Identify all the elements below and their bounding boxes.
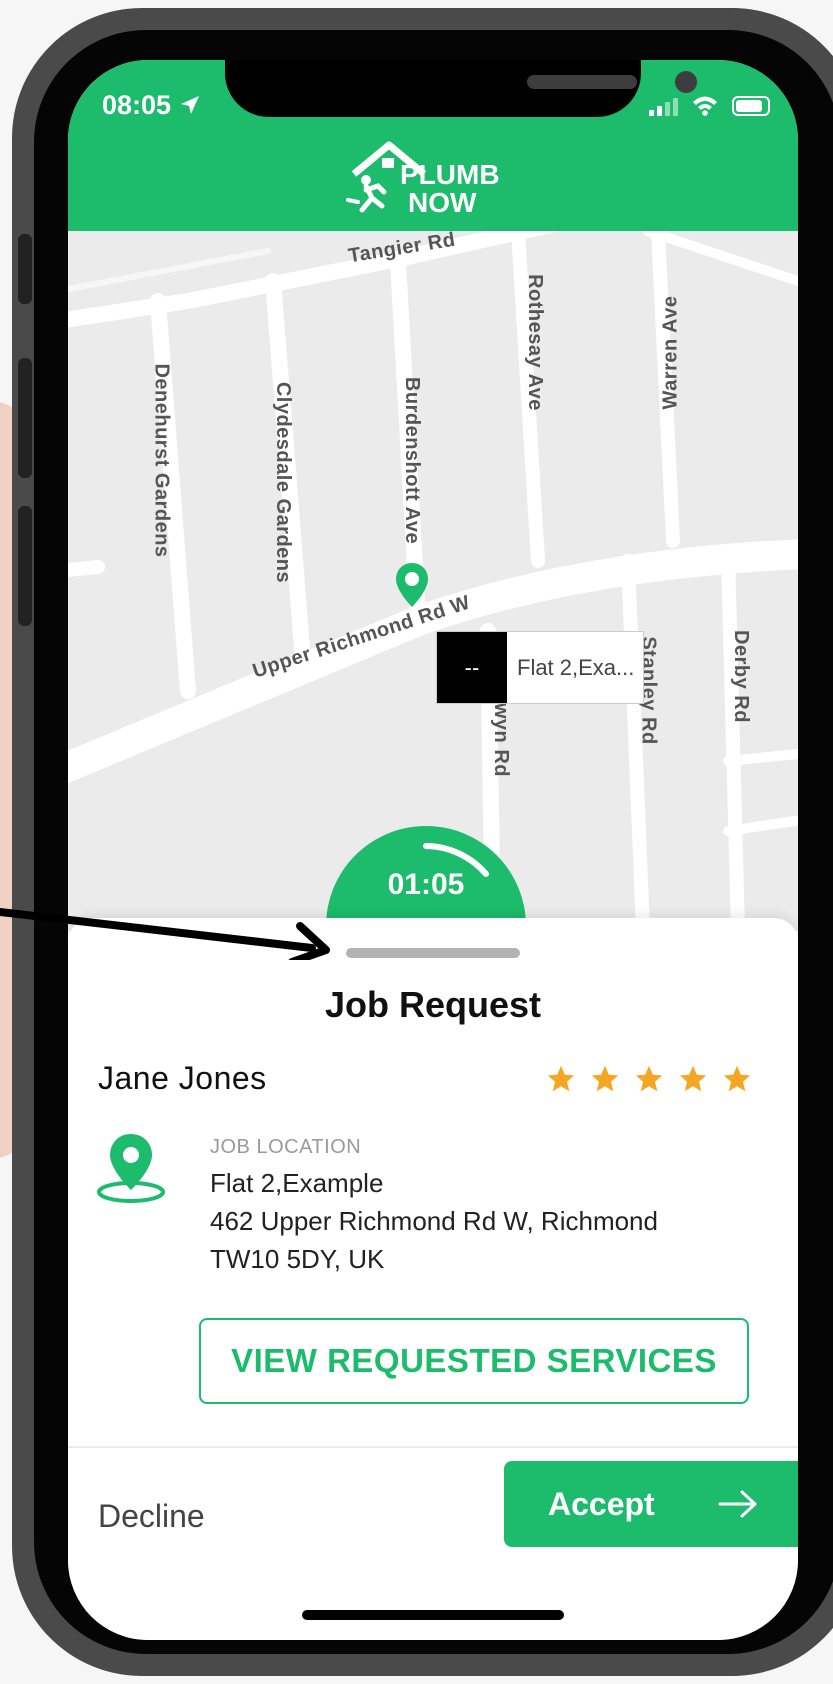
- street-label: Rothesay Ave: [523, 274, 546, 411]
- location-arrow-icon: [180, 96, 199, 114]
- star-icon: [723, 1065, 751, 1092]
- accept-label: Accept: [548, 1485, 655, 1522]
- sheet-drag-handle[interactable]: [346, 948, 520, 958]
- star-icon: [635, 1065, 663, 1092]
- status-icons: [649, 94, 770, 116]
- home-indicator: [302, 1610, 564, 1620]
- decline-button[interactable]: Decline: [98, 1498, 205, 1535]
- logo-text-now: NOW: [408, 187, 477, 218]
- job-location-label: JOB LOCATION: [210, 1136, 362, 1158]
- address-line: Flat 2,Example: [210, 1168, 384, 1198]
- timer-value: 01:05: [387, 868, 465, 901]
- map-pin-icon[interactable]: [394, 561, 430, 609]
- status-time: 08:05: [102, 90, 201, 121]
- phone-screen: 08:05 PLUMB NOW Tangier Rd Rothesay Ave …: [68, 60, 798, 1640]
- wifi-icon: [693, 96, 717, 116]
- accept-button[interactable]: Accept: [504, 1461, 798, 1547]
- arrow-right-icon: [718, 1490, 757, 1518]
- customer-name: Jane Jones: [98, 1060, 267, 1096]
- speaker: [527, 75, 637, 89]
- battery-icon: [732, 96, 770, 116]
- sheet-title: Job Request: [324, 984, 542, 1025]
- star-icon: [547, 1065, 575, 1092]
- address-line: TW10 5DY, UK: [210, 1244, 385, 1274]
- street-label: Warren Ave: [659, 295, 682, 410]
- view-requested-services-button[interactable]: VIEW REQUESTED SERVICES: [199, 1318, 749, 1404]
- volume-up-button: [18, 358, 32, 478]
- annotation-arrow: [0, 908, 330, 960]
- signal-icon: [649, 98, 678, 116]
- logo-text-plumb: PLUMB: [400, 159, 500, 190]
- street-label: Denehurst Gardens: [150, 363, 173, 558]
- volume-down-button: [18, 506, 32, 626]
- notch: [225, 60, 697, 117]
- star-icon: [591, 1065, 619, 1092]
- street-label: Clydesdale Gardens: [272, 381, 295, 584]
- camera: [675, 71, 697, 93]
- address-line: 462 Upper Richmond Rd W, Richmond: [210, 1206, 658, 1236]
- customer-rating: [546, 1064, 752, 1094]
- marker-code: --: [437, 632, 507, 703]
- app-screenshot: 08:05 PLUMB NOW Tangier Rd Rothesay Ave …: [0, 0, 833, 1684]
- app-header: 08:05 PLUMB NOW: [68, 60, 798, 231]
- job-request-sheet: Job Request Jane Jones JOB LOCATION Flat…: [68, 918, 798, 1640]
- location-pin-icon: [97, 1134, 165, 1203]
- plumb-now-logo: PLUMB NOW: [346, 141, 500, 218]
- marker-label: Flat 2,Exa...: [517, 654, 635, 680]
- street-label: Derby Rd: [729, 630, 752, 723]
- silent-switch: [18, 234, 32, 304]
- divider: [68, 1446, 798, 1448]
- star-icon: [679, 1065, 707, 1092]
- map-location-marker[interactable]: -- Flat 2,Exa...: [436, 631, 644, 704]
- street-label: Burdenshott Ave: [401, 376, 424, 545]
